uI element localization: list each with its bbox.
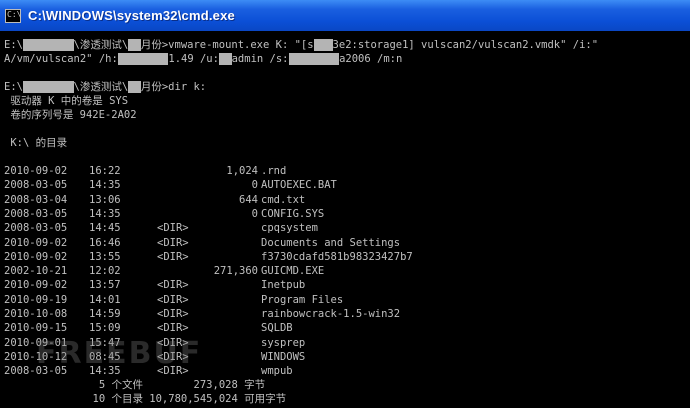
summary-files: 5 个文件 273,028 字节 bbox=[4, 379, 266, 391]
redacted-text: XXXXXXXX bbox=[117, 53, 169, 65]
directory-entry-row: 2008-03-05 14:35 0 CONFIG.SYS bbox=[4, 207, 544, 221]
directory-entry-row: 2008-03-05 14:45 <DIR> cpqsystem bbox=[4, 221, 544, 235]
redacted-text: XXXXXXXX bbox=[22, 39, 74, 51]
directory-entry-row: 2010-09-02 13:57 <DIR> Inetpub bbox=[4, 278, 544, 292]
window-title: C:\WINDOWS\system32\cmd.exe bbox=[28, 8, 235, 23]
entry-date: 2008-03-04 bbox=[4, 194, 68, 206]
console-command-line: E:\XXXXXXXX\渗透测试\XX月份>dir k: bbox=[4, 81, 207, 93]
entry-time: 14:59 bbox=[89, 308, 121, 320]
redacted-text: XX bbox=[218, 53, 232, 65]
entry-name: Inetpub bbox=[261, 279, 306, 291]
entry-date: 2010-09-02 bbox=[4, 165, 68, 177]
entry-date: 2010-09-02 bbox=[4, 251, 68, 263]
entry-name: Program Files bbox=[261, 294, 344, 306]
entry-time: 14:01 bbox=[89, 294, 121, 306]
entry-time: 16:46 bbox=[89, 237, 121, 249]
entry-name: cmd.txt bbox=[261, 194, 306, 206]
entry-date: 2008-03-05 bbox=[4, 208, 68, 220]
entry-time: 14:35 bbox=[89, 208, 121, 220]
entry-date: 2008-03-05 bbox=[4, 179, 68, 191]
entry-date: 2010-09-15 bbox=[4, 322, 68, 334]
entry-dir: <DIR> bbox=[157, 294, 189, 306]
entry-name: wmpub bbox=[261, 365, 293, 377]
directory-entry-row: 2010-09-02 16:22 1,024 .rnd bbox=[4, 164, 544, 178]
entry-size: 644 bbox=[239, 194, 258, 206]
redacted-text: XX bbox=[128, 81, 141, 93]
entry-name: Documents and Settings bbox=[261, 237, 401, 249]
entry-size: 271,360 bbox=[213, 265, 258, 277]
entry-dir: <DIR> bbox=[157, 251, 189, 263]
entry-name: CONFIG.SYS bbox=[261, 208, 325, 220]
freebuf-watermark: FREEBUF bbox=[36, 336, 203, 371]
directory-header: K:\ 的目录 bbox=[4, 137, 68, 149]
entry-date: 2010-09-02 bbox=[4, 279, 68, 291]
directory-entry-row: 2010-10-08 14:59 <DIR> rainbowcrack-1.5-win… bbox=[4, 307, 544, 321]
entry-dir: <DIR> bbox=[157, 222, 189, 234]
console-command-line-wrap: A/vm/vulscan2" /h:XXXXXXXX1.49 /u:XXadmi… bbox=[4, 53, 403, 65]
console-command-line: E:\XXXXXXXX\渗透测试\XX月份>vmware-mount.exe K… bbox=[4, 39, 599, 51]
entry-dir: <DIR> bbox=[157, 322, 189, 334]
directory-entry-row: 2010-09-02 16:46 <DIR> Documents and Settin… bbox=[4, 236, 544, 250]
entry-date: 2010-09-19 bbox=[4, 294, 68, 306]
entry-time: 15:09 bbox=[89, 322, 121, 334]
entry-date: 2002-10-21 bbox=[4, 265, 68, 277]
directory-entry-row: 2010-09-19 14:01 <DIR> Program Files bbox=[4, 293, 544, 307]
entry-dir: <DIR> bbox=[157, 237, 189, 249]
entry-time: 13:06 bbox=[89, 194, 121, 206]
redacted-text: XXXXXXXX bbox=[22, 81, 74, 93]
directory-entry-row: 2010-09-15 15:09 <DIR> SQLDB bbox=[4, 321, 544, 335]
entry-time: 14:35 bbox=[89, 179, 121, 191]
entry-name: sysprep bbox=[261, 337, 306, 349]
directory-entry-row: 2008-03-05 14:35 0 AUTOEXEC.BAT bbox=[4, 178, 544, 192]
directory-entry-row: 2010-09-02 13:55 <DIR> f3730cdafd581b983234… bbox=[4, 250, 544, 264]
directory-entry-row: 2008-03-04 13:06 644 cmd.txt bbox=[4, 193, 544, 207]
entry-date: 2008-03-05 bbox=[4, 222, 68, 234]
entry-time: 13:57 bbox=[89, 279, 121, 291]
directory-entry-row: 2002-10-21 12:02 271,360 GUICMD.EXE bbox=[4, 264, 544, 278]
summary-dirs: 10 个目录 10,780,545,024 可用字节 bbox=[4, 393, 287, 405]
entry-date: 2010-09-02 bbox=[4, 237, 68, 249]
entry-dir: <DIR> bbox=[157, 308, 189, 320]
window-titlebar[interactable]: C:\ C:\WINDOWS\system32\cmd.exe bbox=[0, 0, 690, 31]
redacted-text: XXX bbox=[313, 39, 333, 51]
entry-name: f3730cdafd581b98323427b7 bbox=[261, 251, 413, 263]
redacted-text: XX bbox=[128, 39, 141, 51]
entry-time: 14:45 bbox=[89, 222, 121, 234]
volume-serial-line: 卷的序列号是 942E-2A02 bbox=[4, 109, 137, 121]
cmd-app-icon[interactable]: C:\ bbox=[5, 8, 21, 23]
entry-date: 2010-10-08 bbox=[4, 308, 68, 320]
entry-name: cpqsystem bbox=[261, 222, 318, 234]
entry-name: WINDOWS bbox=[261, 351, 306, 363]
entry-size: 0 bbox=[251, 208, 258, 220]
entry-dir: <DIR> bbox=[157, 279, 189, 291]
entry-time: 13:55 bbox=[89, 251, 121, 263]
entry-name: rainbowcrack-1.5-win32 bbox=[261, 308, 401, 320]
entry-name: SQLDB bbox=[261, 322, 293, 334]
entry-name: AUTOEXEC.BAT bbox=[261, 179, 337, 191]
volume-label-line: 驱动器 K 中的卷是 SYS bbox=[4, 95, 129, 107]
entry-time: 12:02 bbox=[89, 265, 121, 277]
entry-size: 1,024 bbox=[226, 165, 258, 177]
entry-size: 0 bbox=[251, 179, 258, 191]
entry-time: 16:22 bbox=[89, 165, 121, 177]
entry-name: GUICMD.EXE bbox=[261, 265, 325, 277]
redacted-text: XXXXXXXX bbox=[288, 53, 340, 65]
entry-name: .rnd bbox=[261, 165, 287, 177]
